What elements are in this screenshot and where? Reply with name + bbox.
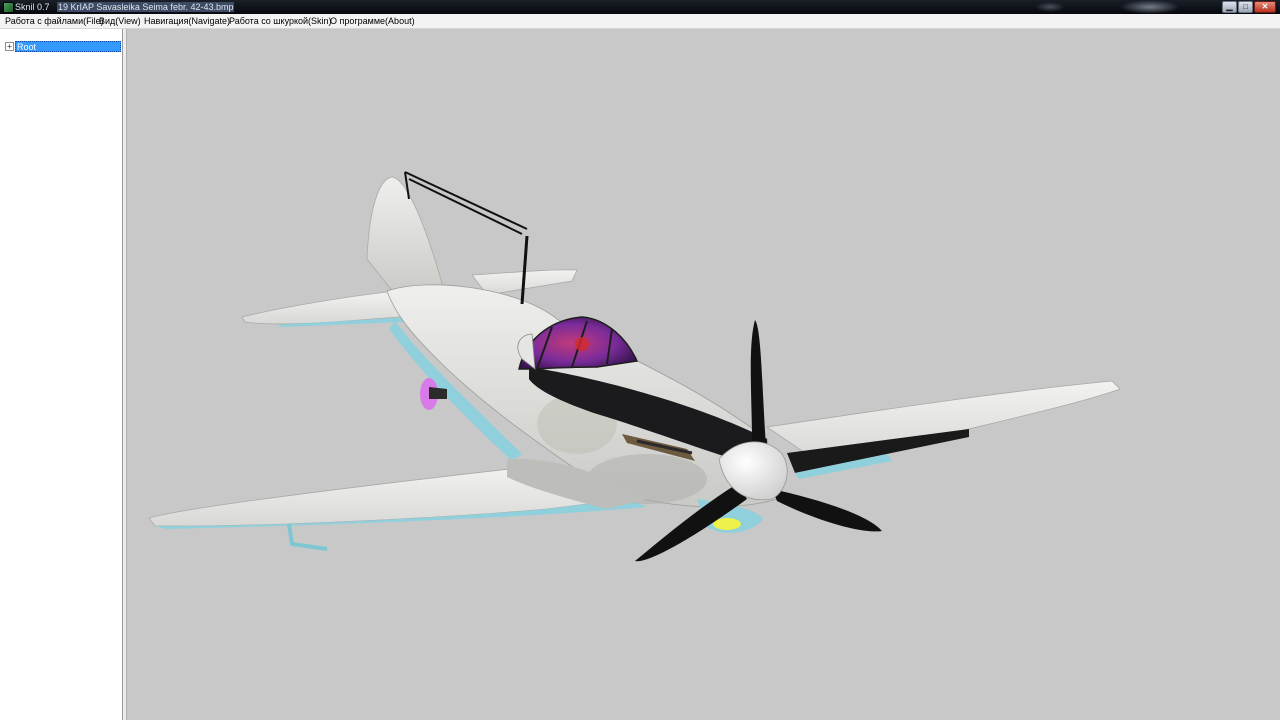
window-title-file: 19 KrIAP Savasleika Seima febr. 42-43.bm… xyxy=(57,2,235,12)
window-title: Sknil 0.7 19 KrIAP Savasleika Seima febr… xyxy=(15,0,235,14)
plus-box-icon[interactable]: + xyxy=(5,42,14,51)
window-controls: ▁ □ ✕ xyxy=(1222,1,1276,13)
menu-view[interactable]: Вид(View) xyxy=(98,14,142,28)
menu-about[interactable]: О программе(About) xyxy=(329,14,416,28)
tree-item-root[interactable]: + Root xyxy=(2,41,121,52)
menu-skin[interactable]: Работа со шкуркой(Skin) xyxy=(228,14,333,28)
minimize-button[interactable]: ▁ xyxy=(1222,1,1237,13)
close-button[interactable]: ✕ xyxy=(1254,1,1276,13)
title-bar: Sknil 0.7 19 KrIAP Savasleika Seima febr… xyxy=(0,0,1280,14)
maximize-button[interactable]: □ xyxy=(1238,1,1253,13)
menu-navigate[interactable]: Навигация(Navigate) xyxy=(143,14,231,28)
3d-viewport[interactable] xyxy=(127,29,1280,720)
titlebar-glow xyxy=(1120,0,1180,14)
titlebar-glow xyxy=(1035,2,1065,12)
app-icon xyxy=(3,2,14,13)
aircraft-model xyxy=(148,171,1121,562)
tree-panel[interactable]: + Root xyxy=(0,29,123,720)
menu-file[interactable]: Работа с файлами(File) xyxy=(4,14,105,28)
menu-bar: Работа с файлами(File) Вид(View) Навигац… xyxy=(0,14,1280,29)
tree-item-root-label[interactable]: Root xyxy=(15,41,121,52)
window-title-app: Sknil 0.7 xyxy=(15,2,50,12)
